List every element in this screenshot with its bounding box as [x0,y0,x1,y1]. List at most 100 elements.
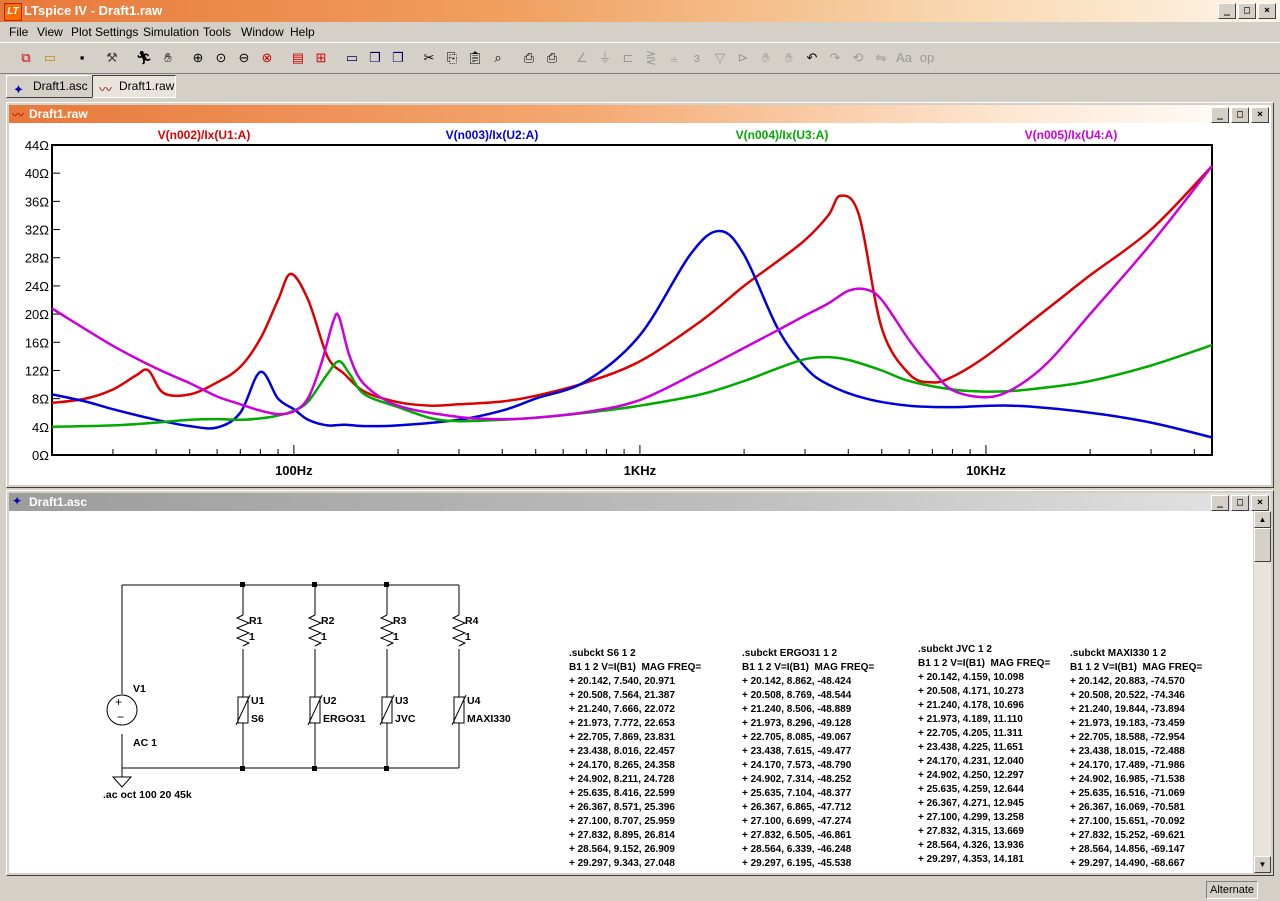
draw-wire-icon[interactable]: ∠ [572,48,592,68]
zoom-full-icon[interactable]: ⊗ [257,48,277,68]
inductor-icon[interactable]: ɜ [687,48,707,68]
undo-icon[interactable]: ↶ [802,48,822,68]
resistor-r3[interactable] [379,614,395,647]
schematic-window-controls: _ □ × [1211,495,1269,511]
drag-icon[interactable]: ✋︎ [779,48,799,68]
run-icon[interactable]: 🏃︎ [134,48,154,68]
plot-traces [51,165,1213,439]
close-button[interactable]: × [1251,107,1269,123]
maximize-button[interactable]: □ [1238,3,1256,19]
trace-label[interactable]: V(n003)/Ix(U2:A) [446,128,539,142]
source-plus: + [115,695,122,709]
wire[interactable] [121,584,459,769]
plot-pane[interactable]: 0Ω 4Ω 8Ω 12Ω 16Ω 20Ω 24Ω 28Ω 32Ω 36Ω 40Ω 44Ω 100Hz 1… [9,123,1271,485]
scroll-down-arrow-icon[interactable]: ▼ [1254,856,1271,873]
mirror-icon[interactable]: ⇋ [871,48,891,68]
control-panel-icon[interactable]: ⚒ [102,48,122,68]
wire[interactable] [242,585,460,768]
app-titlebar[interactable]: LT LTspice IV - Draft1.raw _ □ × [0,0,1280,22]
zoom-in-icon[interactable]: ⊕ [188,48,208,68]
menu-bar: File View Plot Settings Simulation Tools… [0,22,1280,42]
spice-directive-icon[interactable]: op [917,48,937,68]
text-icon[interactable]: Aa [894,48,914,68]
resistor-r2[interactable] [307,614,323,647]
resistor-icon[interactable]: ⋛ [641,48,661,68]
menu-help[interactable]: Help [290,25,315,39]
y-tick-label: 20Ω [25,307,49,322]
trace-label[interactable]: V(n002)/Ix(U1:A) [158,128,251,142]
redo-icon[interactable]: ↷ [825,48,845,68]
menu-plot-settings[interactable]: Plot Settings [71,25,138,39]
resistor-r1[interactable] [235,614,251,647]
print-setup-icon[interactable]: ⎙ [519,48,539,68]
label-net-icon[interactable]: ⊏ [618,48,638,68]
schematic-window-title: Draft1.asc [29,495,88,509]
tile-horizontal-icon[interactable]: ▭ [342,48,362,68]
ground-symbol[interactable] [111,768,133,788]
resistor-r4[interactable] [451,614,467,647]
menu-tools[interactable]: Tools [203,25,231,39]
ground-icon[interactable]: ⏚ [595,48,615,68]
manual-limits-icon[interactable]: ⊞ [311,48,331,68]
close-button[interactable]: × [1251,495,1269,511]
menu-file[interactable]: File [9,25,28,39]
zoom-pan-icon[interactable]: ⊙ [211,48,231,68]
rotate-icon[interactable]: ⟲ [848,48,868,68]
tab-draft1-raw[interactable]: 〰 Draft1.raw [92,75,176,98]
tab-draft1-asc[interactable]: ✦ Draft1.asc [6,75,96,98]
close-button[interactable]: × [1258,3,1276,19]
scroll-thumb[interactable] [1254,528,1271,562]
minimize-button[interactable]: _ [1218,3,1236,19]
capacitor-icon[interactable]: ⫨ [664,48,684,68]
scroll-up-arrow-icon[interactable]: ▲ [1254,511,1271,528]
menu-view[interactable]: View [37,25,63,39]
y-tick-label: 40Ω [25,166,49,181]
save-icon[interactable]: ▪ [72,48,92,68]
schematic-window-titlebar[interactable]: ✦ Draft1.asc _ □ × [9,493,1271,511]
paste-icon[interactable]: 📋︎ [465,48,485,68]
autorange-icon[interactable]: ▤ [288,48,308,68]
waveform-icon: 〰 [99,82,113,97]
schematic-window[interactable]: ✦ Draft1.asc _ □ × + − R1 1 R2 1 R3 1 R4… [6,490,1274,876]
junction-dot [312,766,317,771]
status-bar: Alternate [0,879,1280,901]
cut-icon[interactable]: ✂ [419,48,439,68]
find-icon[interactable]: ⌕ [488,48,508,68]
plot-window-titlebar[interactable]: 〰 Draft1.raw _ □ × [9,105,1271,123]
y-tick-label: 12Ω [25,363,49,378]
y-tick-label: 36Ω [25,194,49,209]
diode-icon[interactable]: ▽ [710,48,730,68]
trace-label[interactable]: V(n005)/Ix(U4:A) [1025,128,1118,142]
new-schematic-icon[interactable]: ⧉ [16,48,36,68]
halt-hand-icon[interactable]: ✋︎ [158,48,178,68]
netlist-block-maxi330[interactable]: .subckt MAXI330 1 2 B1 1 2 V=I(B1) MAG F… [1070,647,1202,871]
window-controls: _ □ × [1218,3,1276,19]
netlist-block-jvc[interactable]: .subckt JVC 1 2 B1 1 2 V=I(B1) MAG FREQ=… [918,643,1050,867]
menu-simulation[interactable]: Simulation [143,25,199,39]
move-icon[interactable]: ✋︎ [756,48,776,68]
waveform-plot[interactable]: 0Ω4Ω8Ω12Ω16Ω20Ω24Ω28Ω32Ω36Ω40Ω44Ω 100Hz 1… [9,123,1269,483]
subckt-label: U1 [251,695,265,707]
cascade-icon[interactable]: ❐ [365,48,385,68]
menu-window[interactable]: Window [241,25,284,39]
minimize-button[interactable]: _ [1211,495,1229,511]
netlist-block-ergo31[interactable]: .subckt ERGO31 1 2 B1 1 2 V=I(B1) MAG FR… [742,647,874,871]
spice-directive[interactable]: .ac oct 100 20 45k [103,789,192,801]
maximize-button[interactable]: □ [1231,107,1249,123]
minimize-button[interactable]: _ [1211,107,1229,123]
junction-dot [384,766,389,771]
plot-window[interactable]: 〰 Draft1.raw _ □ × 0Ω 4Ω 8Ω 12Ω 16Ω 20Ω 24Ω 28Ω… [6,102,1274,488]
trace-label[interactable]: V(n004)/Ix(U3:A) [736,128,829,142]
print-icon[interactable]: ⎙ [542,48,562,68]
netlist-block-s6[interactable]: .subckt S6 1 2 B1 1 2 V=I(B1) MAG FREQ= … [569,647,701,871]
maximize-button[interactable]: □ [1231,495,1249,511]
vertical-scrollbar[interactable]: ▲ ▼ [1254,511,1271,873]
zoom-out-icon[interactable]: ⊖ [234,48,254,68]
tile-vertical-icon[interactable]: ❐ [388,48,408,68]
schematic-canvas[interactable]: + − R1 1 R2 1 R3 1 R4 1 U1 S6 U2 ERGO31 … [9,511,1253,873]
plot-window-controls: _ □ × [1211,107,1269,123]
open-folder-icon[interactable]: ▭ [40,48,60,68]
subckt-label: U2 [323,695,337,707]
component-icon[interactable]: ⊳ [733,48,753,68]
copy-icon[interactable]: ⎘ [442,48,462,68]
